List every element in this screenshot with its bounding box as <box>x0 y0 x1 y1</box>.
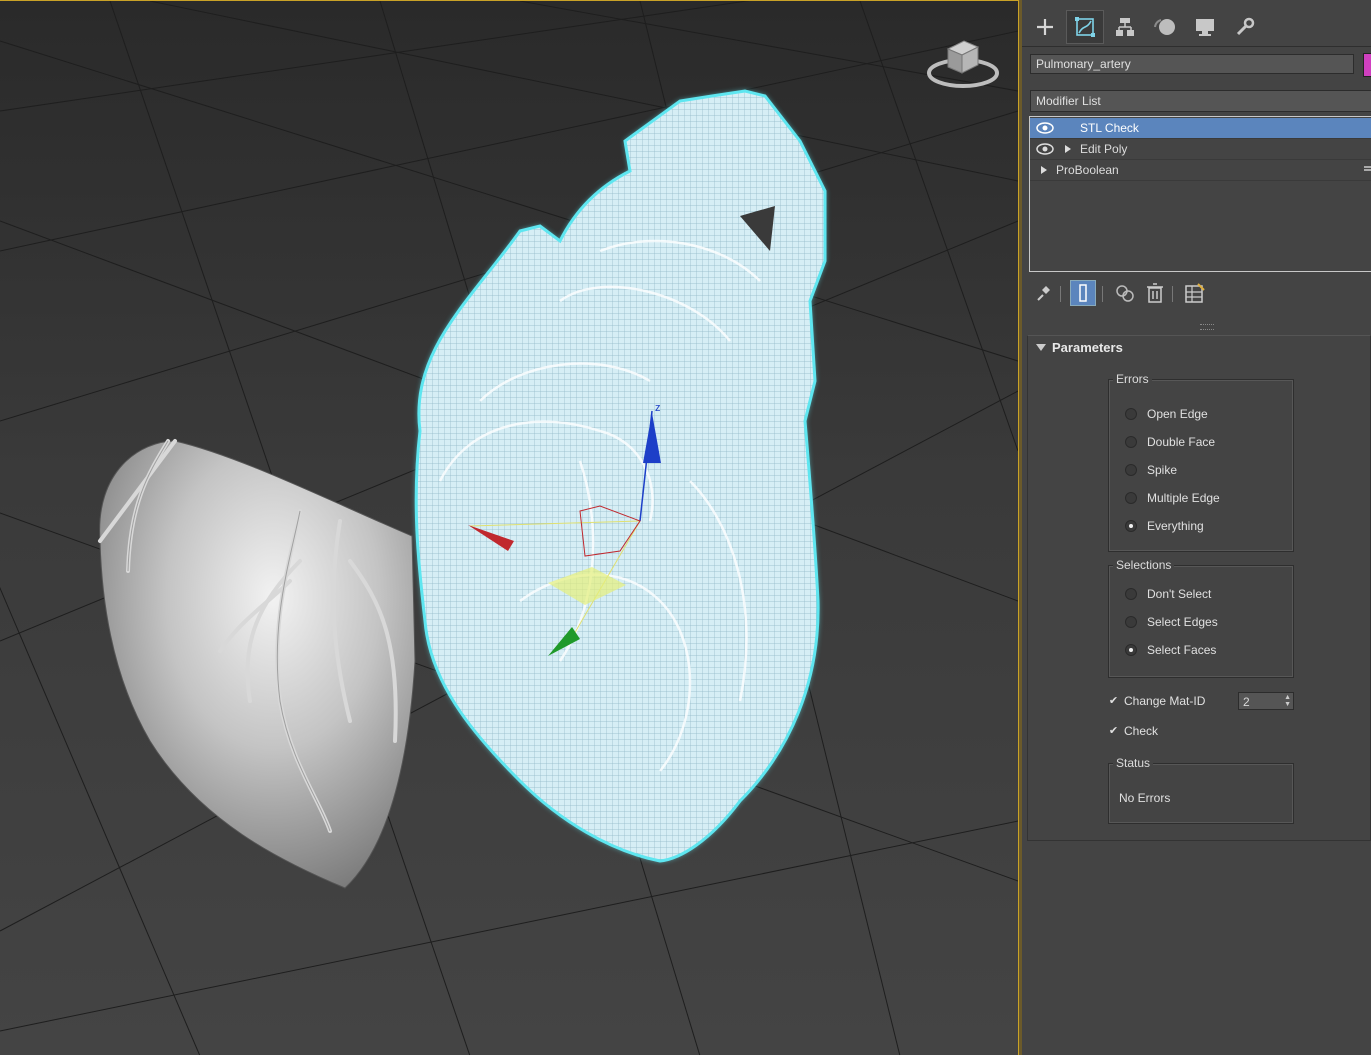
modify-icon <box>1075 17 1095 37</box>
show-end-result-icon <box>1079 284 1087 302</box>
pin-icon <box>1037 286 1050 301</box>
group-title: Selections <box>1113 558 1175 572</box>
modifier-list-label: Modifier List <box>1036 94 1101 108</box>
stack-item-label: ProBoolean <box>1056 163 1119 177</box>
panel-resize-grip[interactable] <box>1200 324 1214 330</box>
change-mat-id-checkbox[interactable]: ✔ Change Mat-ID <box>1108 694 1205 708</box>
spinner-arrows-icon[interactable]: ▲ ▼ <box>1284 694 1291 708</box>
spinner-value: 2 <box>1243 695 1250 709</box>
radio-label: Select Faces <box>1147 643 1217 657</box>
checkmark-icon: ✔ <box>1108 724 1119 737</box>
remove-modifier-button[interactable] <box>1142 280 1168 306</box>
group-title: Status <box>1113 756 1154 770</box>
radio-dot <box>1125 492 1137 504</box>
radio-dot <box>1125 408 1137 420</box>
hierarchy-icon <box>1116 18 1134 36</box>
check-checkbox[interactable]: ✔ Check <box>1108 724 1158 738</box>
show-end-result-button[interactable] <box>1070 280 1096 306</box>
radio-select-faces[interactable]: Select Faces <box>1125 643 1216 657</box>
radio-label: Multiple Edge <box>1147 491 1220 505</box>
stack-toolbar <box>1030 280 1370 306</box>
rollout-title: Parameters <box>1052 340 1123 355</box>
eye-icon[interactable] <box>1036 121 1054 135</box>
stack-item-edit-poly[interactable]: Edit Poly <box>1030 139 1371 160</box>
eye-icon[interactable] <box>1036 142 1054 156</box>
radio-dot <box>1125 616 1137 628</box>
heart-wireframe-selected <box>414 89 827 863</box>
scene-render: z <box>0 1 1018 1055</box>
object-name-field[interactable]: Pulmonary_artery <box>1030 54 1354 74</box>
perspective-viewport[interactable]: z <box>0 0 1018 1055</box>
selections-group: Selections Don't Select Select Edges Sel… <box>1108 558 1294 678</box>
errors-group: Errors Open Edge Double Face Spike Multi… <box>1108 372 1294 552</box>
radio-everything[interactable]: Everything <box>1125 519 1204 533</box>
status-text: No Errors <box>1119 791 1171 805</box>
radio-label: Double Face <box>1147 435 1216 449</box>
command-panel: Pulmonary_artery Modifier List STL Check… <box>1022 0 1371 1055</box>
checkbox-label: Change Mat-ID <box>1124 694 1206 708</box>
trash-icon <box>1147 283 1163 303</box>
pin-stack-button[interactable] <box>1030 280 1056 306</box>
radio-label: Select Edges <box>1147 615 1218 629</box>
tab-create[interactable] <box>1026 10 1064 44</box>
expand-arrow-icon[interactable] <box>1040 165 1048 175</box>
stack-item-proboolean[interactable]: ProBoolean <box>1030 160 1371 181</box>
radio-dont-select[interactable]: Don't Select <box>1125 587 1211 601</box>
parameters-rollout: Parameters Errors Open Edge Double Face … <box>1027 335 1371 841</box>
group-title: Errors <box>1113 372 1152 386</box>
make-unique-button[interactable] <box>1112 280 1138 306</box>
stack-item-stl-check[interactable]: STL Check <box>1030 118 1371 139</box>
display-icon <box>1196 19 1214 36</box>
mat-id-spinner[interactable]: 2 ▲ ▼ <box>1238 692 1294 710</box>
heart-muscle-section <box>98 439 416 889</box>
radio-multiple-edge[interactable]: Multiple Edge <box>1125 491 1220 505</box>
viewcube-widget[interactable] <box>926 35 1000 93</box>
radio-dot <box>1125 644 1137 656</box>
tab-display[interactable] <box>1186 10 1224 44</box>
menu-lines-icon[interactable] <box>1364 165 1371 175</box>
radio-label: Everything <box>1147 519 1204 533</box>
radio-label: Spike <box>1147 463 1178 477</box>
tab-modify[interactable] <box>1066 10 1104 44</box>
configure-sets-icon <box>1185 283 1205 303</box>
expand-arrow-icon[interactable] <box>1064 144 1072 154</box>
radio-label: Don't Select <box>1147 587 1212 601</box>
motion-icon <box>1154 19 1175 35</box>
radio-spike[interactable]: Spike <box>1125 463 1177 477</box>
parameters-rollout-header[interactable]: Parameters <box>1028 336 1371 358</box>
modifier-list-dropdown[interactable]: Modifier List <box>1030 90 1371 112</box>
svg-text:z: z <box>655 402 661 414</box>
checkmark-icon: ✔ <box>1108 694 1119 707</box>
tab-hierarchy[interactable] <box>1106 10 1144 44</box>
stack-item-label: Edit Poly <box>1080 142 1128 156</box>
wrench-icon <box>1236 17 1255 36</box>
command-panel-tabs <box>1022 8 1371 47</box>
radio-select-edges[interactable]: Select Edges <box>1125 615 1218 629</box>
collapse-arrow-icon <box>1036 344 1046 351</box>
radio-label: Open Edge <box>1147 407 1208 421</box>
radio-dot <box>1125 588 1137 600</box>
make-unique-icon <box>1116 285 1134 302</box>
radio-double-face[interactable]: Double Face <box>1125 435 1215 449</box>
radio-dot <box>1125 520 1137 532</box>
status-group: Status No Errors <box>1108 756 1294 824</box>
object-color-swatch[interactable] <box>1363 53 1371 77</box>
tab-motion[interactable] <box>1146 10 1184 44</box>
modifier-stack[interactable]: STL Check Edit Poly ProBoolean <box>1029 116 1371 272</box>
checkbox-label: Check <box>1124 724 1159 738</box>
tab-utilities[interactable] <box>1226 10 1264 44</box>
radio-dot <box>1125 436 1137 448</box>
radio-dot <box>1125 464 1137 476</box>
plus-icon <box>1037 19 1053 35</box>
radio-open-edge[interactable]: Open Edge <box>1125 407 1208 421</box>
stack-item-label: STL Check <box>1080 121 1139 135</box>
configure-modifier-sets-button[interactable] <box>1182 280 1208 306</box>
